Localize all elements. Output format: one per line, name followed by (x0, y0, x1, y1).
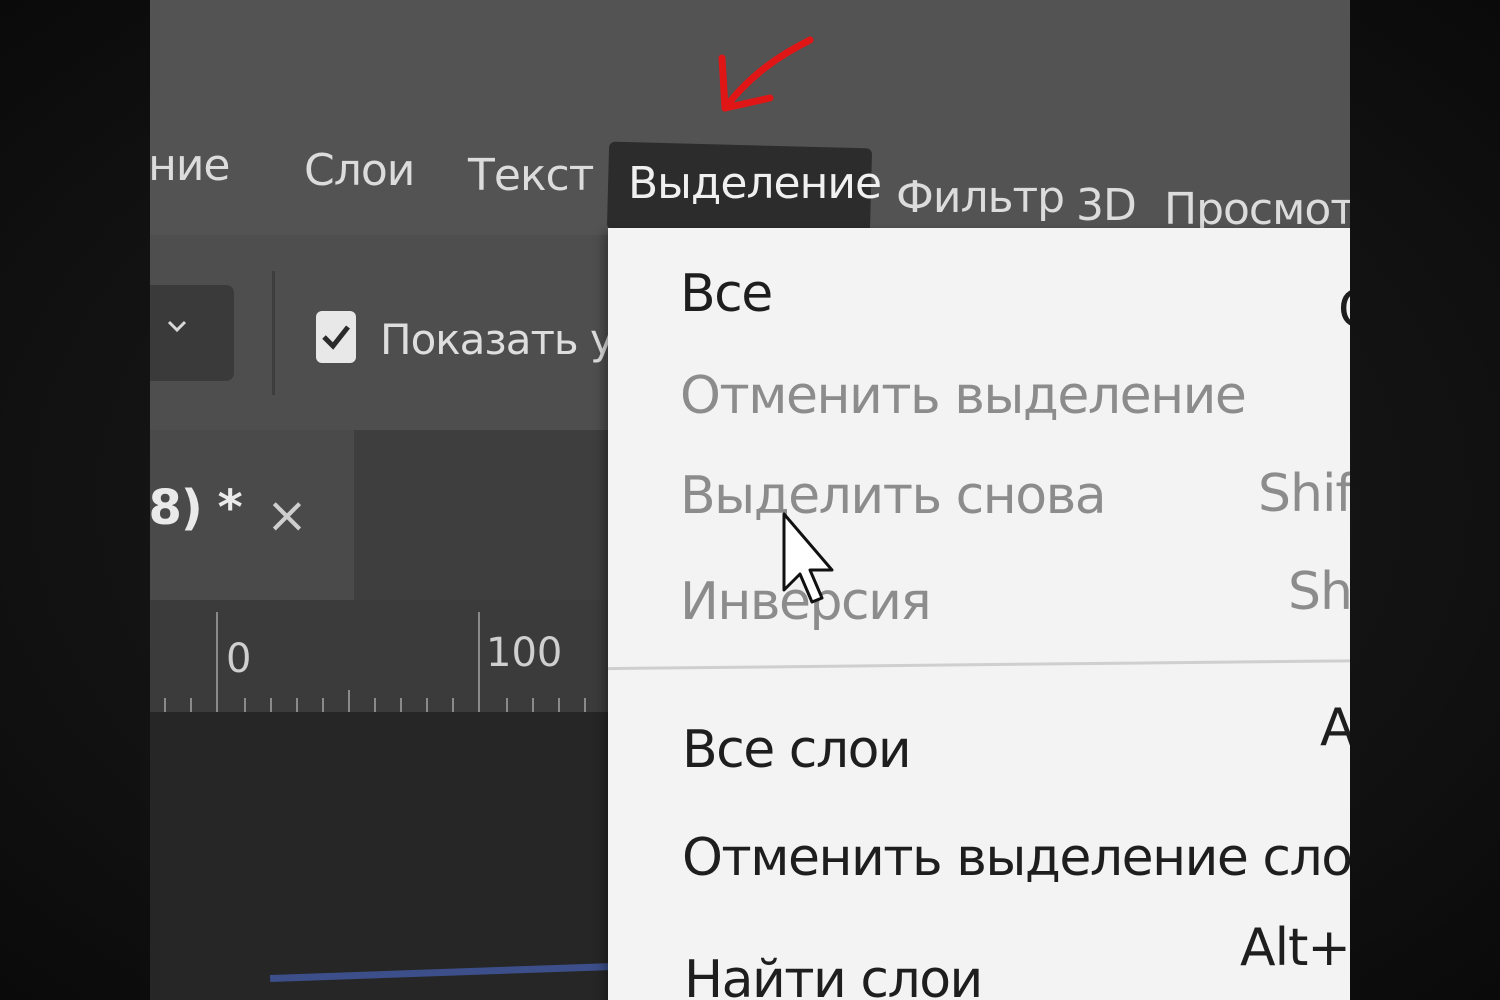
canvas-area[interactable] (150, 712, 620, 1000)
mouse-cursor (782, 512, 834, 604)
menu-item-all-layers[interactable]: Все слои (682, 720, 912, 780)
red-arrow-annotation (718, 36, 814, 112)
ruler-minor-tick (374, 698, 376, 712)
horizontal-ruler: 0 100 (150, 600, 620, 712)
photoshop-window: ение Слои Текст Выделение Фильтр 3D Прос… (150, 0, 1350, 1000)
show-controls-checkbox[interactable] (316, 311, 356, 363)
ruler-minor-tick (558, 698, 560, 712)
shortcut-find-layers: Alt+Sl (1240, 918, 1350, 978)
shortcut-reselect: Shift+ (1258, 464, 1350, 524)
tool-dropdown[interactable] (150, 285, 234, 381)
options-bar: Показать уп (150, 235, 641, 430)
checkbox-checked-icon (322, 325, 350, 350)
ruler-minor-tick (452, 698, 454, 712)
ruler-minor-tick (506, 698, 508, 712)
ruler-minor-tick (164, 698, 166, 712)
ruler-label: 0 (226, 636, 252, 682)
chevron-down-icon (167, 320, 187, 333)
menu-type[interactable]: Текст (468, 150, 594, 201)
menu-layers[interactable]: Слои (304, 145, 415, 196)
menu-3d[interactable]: 3D (1076, 180, 1137, 231)
ruler-minor-tick (348, 690, 350, 712)
ruler-label: 100 (486, 630, 563, 676)
menu-image[interactable]: ение (150, 140, 231, 191)
ruler-major-tick (216, 612, 218, 712)
ruler-minor-tick (532, 698, 534, 712)
ruler-minor-tick (270, 698, 272, 712)
ruler-minor-tick (322, 698, 324, 712)
toolbar-divider (272, 271, 275, 395)
close-icon[interactable]: × (266, 486, 308, 544)
menu-item-deselect-layers[interactable]: Отменить выделение слоев (682, 828, 1350, 888)
menu-item-reselect[interactable]: Выделить снова (680, 466, 1107, 526)
ruler-minor-tick (190, 698, 192, 712)
ruler-minor-tick (426, 698, 428, 712)
document-tab-strip: /8) * × (150, 430, 620, 600)
menu-item-find-layers[interactable]: Найти слои (684, 950, 983, 1000)
menu-select[interactable]: Выделение (628, 158, 882, 209)
shortcut-inverse: Shif (1288, 562, 1350, 622)
menu-item-all[interactable]: Все (680, 264, 773, 324)
menu-filter[interactable]: Фильтр (896, 172, 1065, 223)
shortcut-all: C (1338, 280, 1350, 340)
document-tab-title: /8) * (150, 480, 243, 536)
menu-separator (608, 658, 1350, 671)
menu-item-deselect[interactable]: Отменить выделение (680, 366, 1247, 426)
ruler-minor-tick (584, 698, 586, 712)
document-tab[interactable]: /8) * × (150, 430, 354, 600)
ruler-major-tick (478, 612, 480, 712)
select-menu-dropdown: Все C Отменить выделение Выделить снова … (608, 228, 1350, 1000)
ruler-minor-tick (296, 698, 298, 712)
show-controls-label: Показать уп (380, 315, 641, 364)
ruler-minor-tick (244, 698, 246, 712)
ruler-minor-tick (400, 698, 402, 712)
shortcut-all-layers: Al (1320, 698, 1350, 758)
